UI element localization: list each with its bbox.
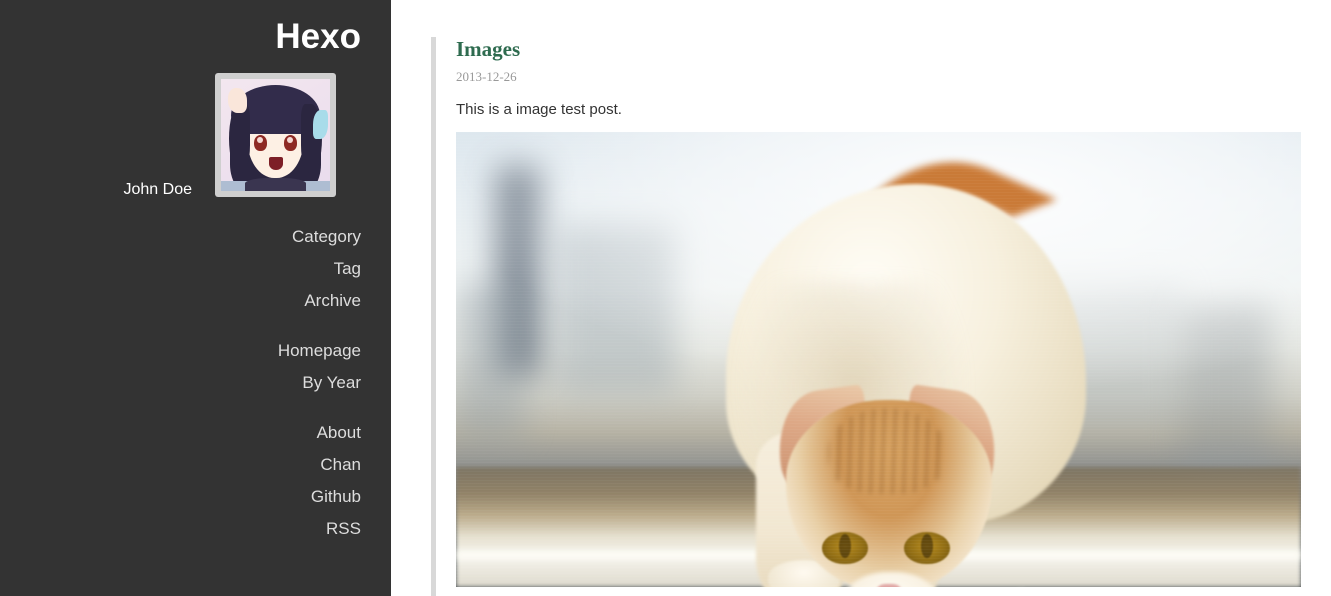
sidebar-item-rss[interactable]: RSS [0,513,361,545]
sidebar-item-github[interactable]: Github [0,481,361,513]
avatar-mouth [268,157,284,170]
post-body-text: This is a image test post. [456,101,622,118]
sidebar-item-chan[interactable]: Chan [0,449,361,481]
author-block: John Doe [0,73,361,203]
whisker [905,585,1027,587]
main-content: Images 2013-12-26 This is a image test p… [391,0,1331,596]
avatar-eye-right [284,135,298,151]
sidebar-item-category[interactable]: Category [0,221,361,253]
avatar-collar [244,177,306,191]
post-article: Images 2013-12-26 This is a image test p… [456,36,1331,587]
post-date: 2013-12-26 [456,69,517,84]
sidebar-item-tag[interactable]: Tag [0,253,361,285]
nav-group-3: About Chan Github RSS [0,417,361,545]
author-name: John Doe [123,181,193,198]
page-title[interactable]: Images [456,36,1331,62]
cat-eye-left [822,532,868,564]
sidebar-item-about[interactable]: About [0,417,361,449]
cat-whiskers [756,572,1036,587]
cat-eye-right [904,532,950,564]
sidebar-item-homepage[interactable]: Homepage [0,335,361,367]
page-root: Hexo John Doe Category Tag Archive Homep… [0,0,1331,596]
nav-group-1: Category Tag Archive [0,221,361,317]
nav-group-2: Homepage By Year [0,335,361,399]
cat-head-stripes [828,408,946,494]
cat-photo-canvas [456,132,1301,587]
sidebar-nav: Category Tag Archive Homepage By Year Ab… [0,221,361,545]
avatar-hand [227,87,248,113]
whisker [765,585,883,587]
sidebar: Hexo John Doe Category Tag Archive Homep… [0,0,391,596]
sidebar-item-archive[interactable]: Archive [0,285,361,317]
post-accent-rule [431,37,436,596]
avatar [215,73,336,197]
avatar-eye-left [253,135,267,151]
sidebar-item-by-year[interactable]: By Year [0,367,361,399]
site-title[interactable]: Hexo [0,16,361,58]
avatar-sidelock-left [228,103,251,174]
avatar-image [221,79,330,191]
avatar-ribbon [312,110,328,140]
cat-photo [456,132,1301,587]
